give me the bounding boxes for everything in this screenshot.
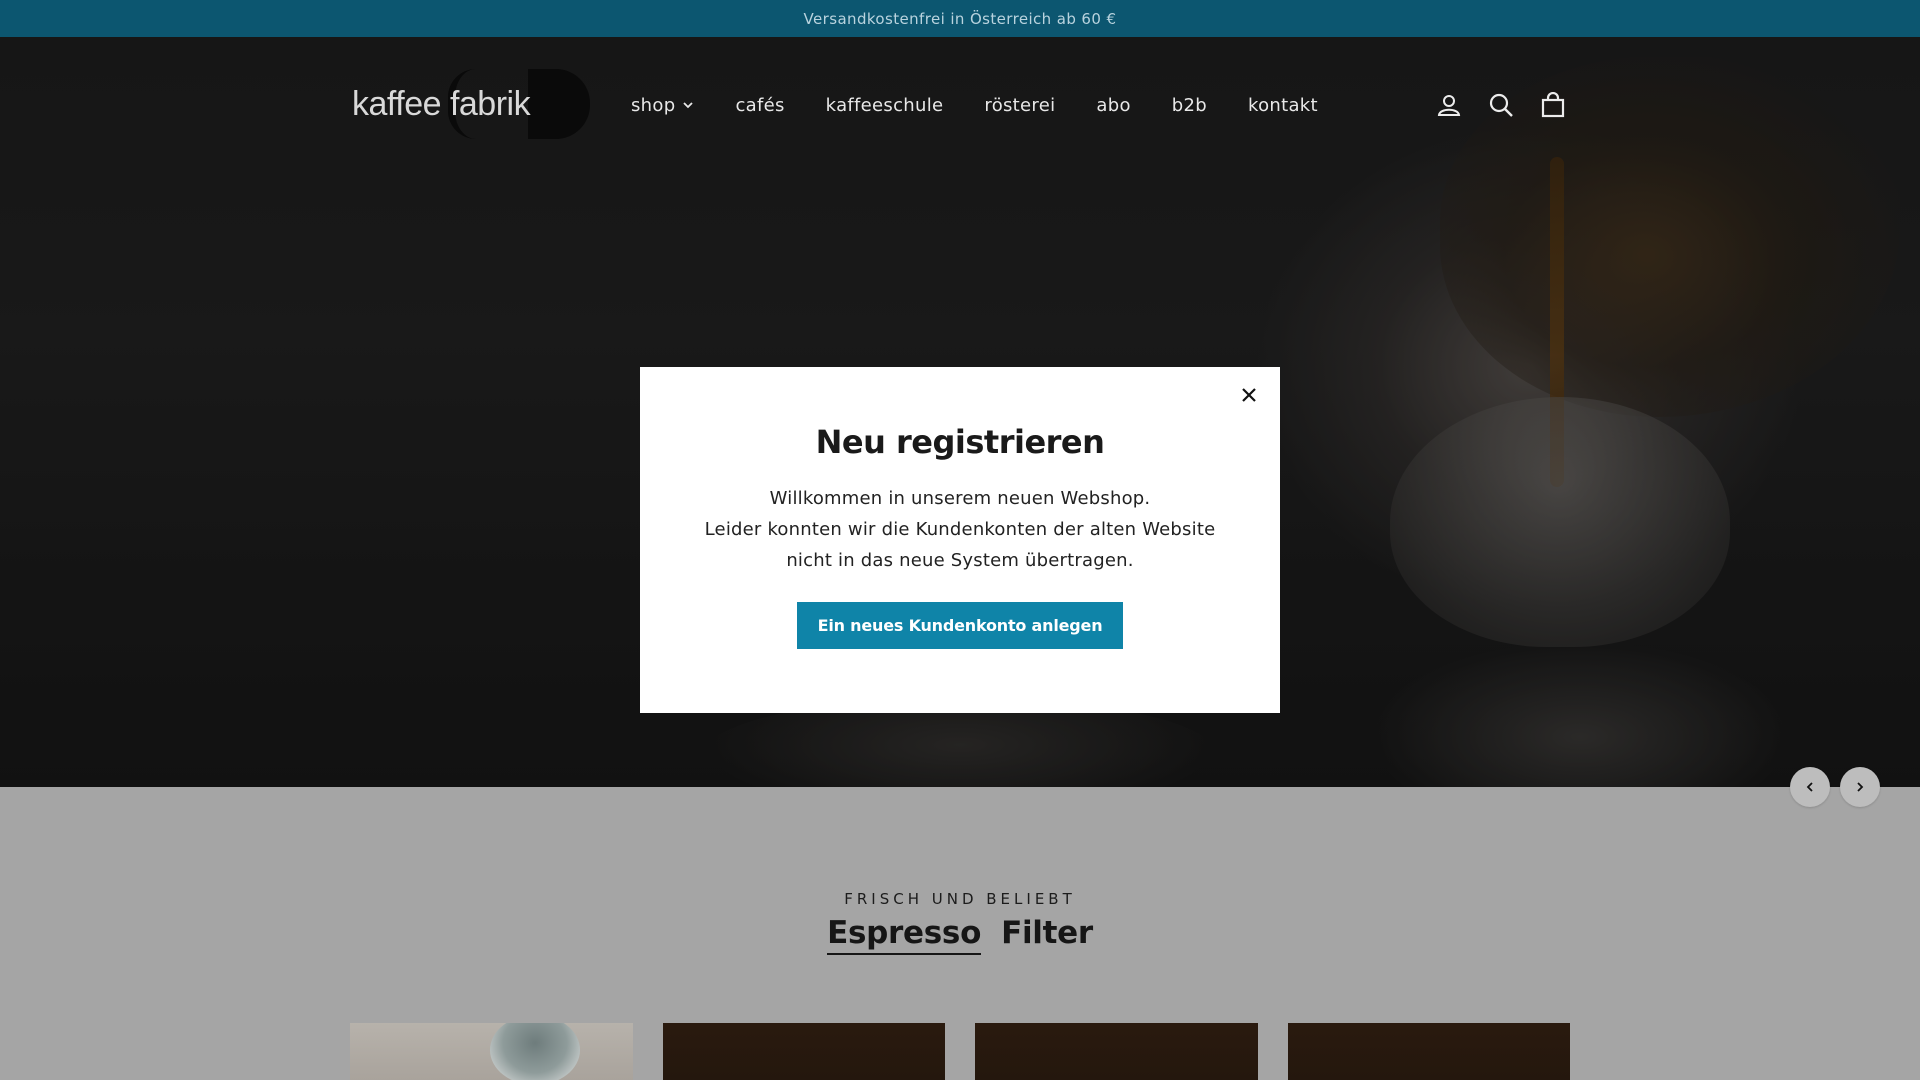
product-card[interactable] bbox=[662, 1023, 945, 1080]
site-header: kaffee fabrik shop cafés kaffeeschule rö… bbox=[0, 37, 1920, 167]
modal-text-line: Willkommen in unserem neuen Webshop. bbox=[769, 488, 1151, 509]
announcement-text: Versandkostenfrei in Österreich ab 60 € bbox=[803, 9, 1117, 28]
section-eyebrow: FRISCH UND BELIEBT bbox=[844, 890, 1076, 908]
featured-products-section: FRISCH UND BELIEBT Espresso Filter bbox=[0, 787, 1920, 1080]
cart-icon[interactable] bbox=[1540, 92, 1566, 118]
nav-item-shop[interactable]: shop bbox=[631, 95, 694, 116]
slideshow-prev-button[interactable] bbox=[1790, 767, 1830, 807]
product-card[interactable] bbox=[350, 1023, 633, 1080]
registration-modal: Neu registrieren Willkommen in unserem n… bbox=[640, 367, 1280, 713]
nav-item-label: cafés bbox=[735, 94, 785, 116]
chevron-left-icon bbox=[1806, 782, 1813, 792]
nav-item-label: kontakt bbox=[1248, 94, 1318, 116]
modal-title: Neu registrieren bbox=[815, 423, 1105, 461]
chevron-down-icon bbox=[683, 102, 694, 109]
close-button[interactable] bbox=[1236, 382, 1262, 408]
modal-text-line: Leider konnten wir die Kundenkonten der … bbox=[704, 519, 1216, 540]
nav-item-kaffeeschule[interactable]: kaffeeschule bbox=[826, 95, 944, 116]
nav-item-b2b[interactable]: b2b bbox=[1172, 95, 1207, 116]
account-icon[interactable] bbox=[1436, 92, 1462, 118]
nav-item-cafes[interactable]: cafés bbox=[735, 95, 784, 116]
product-card[interactable] bbox=[975, 1023, 1258, 1080]
header-icons bbox=[1436, 90, 1566, 120]
logo-text: kaffee fabrik bbox=[352, 84, 531, 123]
close-icon bbox=[1242, 388, 1256, 402]
search-icon[interactable] bbox=[1488, 92, 1514, 118]
nav-item-label: rösterei bbox=[984, 94, 1056, 116]
create-account-button[interactable]: Ein neues Kundenkonto anlegen bbox=[796, 602, 1124, 649]
product-image bbox=[490, 1023, 580, 1080]
product-grid bbox=[350, 1023, 1570, 1080]
nav-item-label: b2b bbox=[1171, 94, 1207, 116]
nav-item-label: kaffeeschule bbox=[825, 94, 944, 116]
announcement-bar: Versandkostenfrei in Österreich ab 60 € bbox=[0, 0, 1920, 37]
nav-item-label: abo bbox=[1096, 94, 1131, 116]
tab-filter[interactable]: Filter bbox=[1001, 915, 1093, 955]
logo[interactable]: kaffee fabrik bbox=[352, 69, 590, 139]
main-nav: shop cafés kaffeeschule rösterei abo b2b… bbox=[631, 90, 1318, 120]
tab-espresso[interactable]: Espresso bbox=[827, 915, 981, 955]
product-tabs: Espresso Filter bbox=[0, 915, 1920, 955]
nav-item-kontakt[interactable]: kontakt bbox=[1248, 95, 1318, 116]
slideshow-next-button[interactable] bbox=[1840, 767, 1880, 807]
chevron-right-icon bbox=[1857, 782, 1864, 792]
modal-body: Willkommen in unserem neuen Webshop. Lei… bbox=[640, 483, 1280, 576]
nav-item-label: shop bbox=[631, 94, 676, 116]
nav-item-abo[interactable]: abo bbox=[1096, 95, 1130, 116]
nav-item-roesterei[interactable]: rösterei bbox=[984, 95, 1055, 116]
product-card[interactable] bbox=[1287, 1023, 1570, 1080]
modal-text-line: nicht in das neue System übertragen. bbox=[786, 550, 1134, 571]
